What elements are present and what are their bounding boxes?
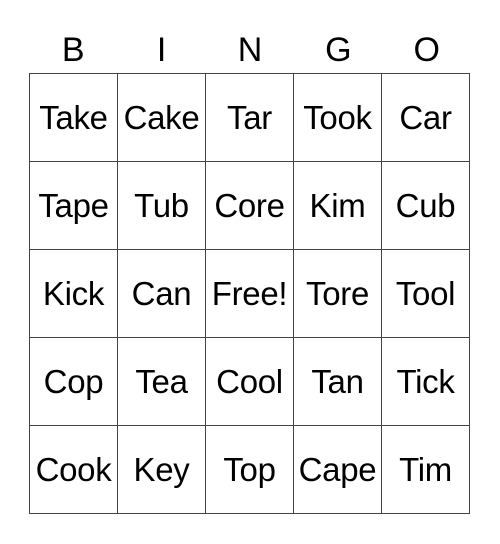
bingo-cell[interactable]: Core [206, 162, 294, 250]
bingo-cell[interactable]: Kim [294, 162, 382, 250]
bingo-cell[interactable]: Can [118, 250, 206, 338]
bingo-grid: Take Cake Tar Took Car Tape Tub Core Kim Cub Kick C… [29, 73, 470, 514]
bingo-cell[interactable]: Cook [30, 426, 118, 514]
bingo-header: B I N G O [29, 28, 471, 72]
bingo-cell[interactable]: Tub [118, 162, 206, 250]
bingo-cell[interactable]: Tick [382, 338, 470, 426]
bingo-cell[interactable]: Top [206, 426, 294, 514]
bingo-cell[interactable]: Cool [206, 338, 294, 426]
bingo-cell[interactable]: Tool [382, 250, 470, 338]
bingo-cell[interactable]: Tan [294, 338, 382, 426]
bingo-cell[interactable]: Cape [294, 426, 382, 514]
header-letter-o: O [413, 31, 440, 69]
bingo-cell[interactable]: Kick [30, 250, 118, 338]
bingo-cell[interactable]: Take [30, 74, 118, 162]
header-letter-i: I [156, 31, 167, 69]
header-letter-b: B [61, 31, 85, 69]
bingo-cell[interactable]: Cop [30, 338, 118, 426]
bingo-cell[interactable]: Tea [118, 338, 206, 426]
bingo-cell[interactable]: Tape [30, 162, 118, 250]
bingo-cell[interactable]: Tore [294, 250, 382, 338]
bingo-cell[interactable]: Key [118, 426, 206, 514]
bingo-cell[interactable]: Car [382, 74, 470, 162]
bingo-cell[interactable]: Took [294, 74, 382, 162]
bingo-cell[interactable]: Tar [206, 74, 294, 162]
bingo-cell[interactable]: Free! [206, 250, 294, 338]
header-letter-g: G [325, 31, 352, 69]
header-letter-n: N [237, 31, 263, 69]
bingo-cell[interactable]: Tim [382, 426, 470, 514]
bingo-cell[interactable]: Cub [382, 162, 470, 250]
bingo-cell[interactable]: Cake [118, 74, 206, 162]
